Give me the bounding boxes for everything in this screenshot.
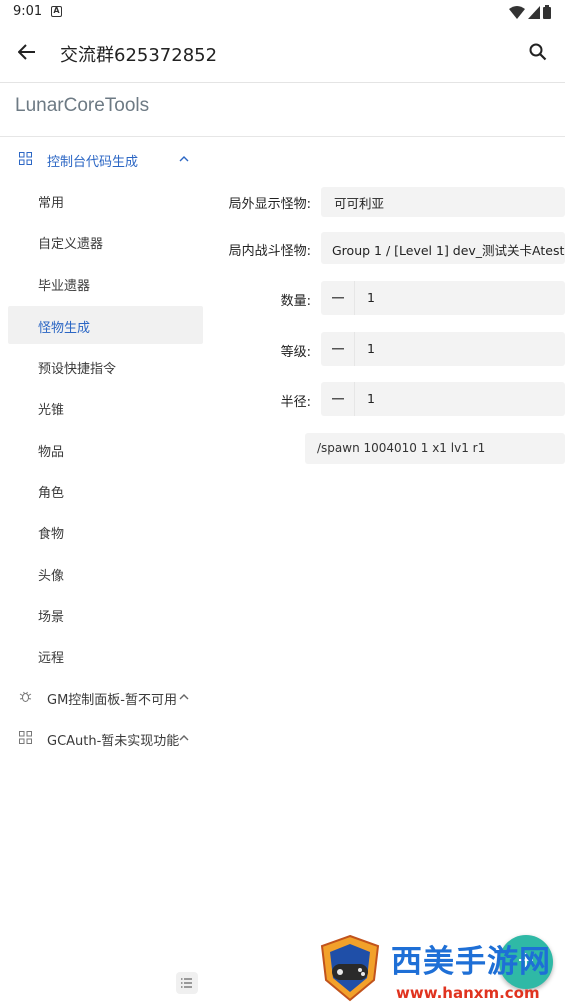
radius-label: 半径: [280,395,311,410]
radius-decrement-button[interactable] [321,382,355,416]
sidebar-item-label: 光锥 [38,403,65,418]
minus-icon [331,398,344,400]
sidebar-item-label: 怪物生成 [38,321,91,336]
command-output[interactable]: /spawn 1004010 1 x1 lv1 r1 [305,433,565,464]
sidebar-item-label: 预设快捷指令 [38,362,117,377]
nav-group-gm[interactable]: GM控制面板-暂不可用 [0,677,205,717]
sidebar-item-label: 自定义遗器 [38,237,104,252]
arrow-back-icon [18,44,35,60]
sidebar-item-custom-relic[interactable]: 自定义遗器 [8,222,203,260]
gamepad-logo-icon [320,934,380,1002]
sidebar-item-graduate-relic[interactable]: 毕业遗器 [8,264,203,302]
minus-icon [331,297,344,299]
sidebar-item-monster-spawn[interactable]: 怪物生成 [8,306,203,344]
notification-icon: A [51,6,62,17]
sidebar-item-items[interactable]: 物品 [8,430,203,468]
command-text: /spawn 1004010 1 x1 lv1 r1 [317,441,486,455]
sidebar-item-characters[interactable]: 角色 [8,471,203,509]
count-stepper[interactable]: 1 [321,281,565,315]
level-value: 1 [367,341,375,356]
search-icon [529,43,547,61]
watermark-url: www.hanxm.com [396,984,540,1002]
chevron-up-icon [179,694,189,700]
sidebar-item-label: 场景 [38,610,65,625]
sidebar-item-label: 常用 [38,196,65,211]
radius-value: 1 [367,391,375,406]
status-bar: 9:01 A [0,0,565,24]
sidebar-item-avatar[interactable]: 头像 [8,554,203,592]
sidebar-item-scene[interactable]: 场景 [8,595,203,633]
count-value: 1 [367,290,375,305]
app-bar: 交流群625372852 [0,24,565,82]
sidebar-item-preset-commands[interactable]: 预设快捷指令 [8,347,203,385]
battle-monster-value: Group 1 / [Level 1] dev_测试关卡AtestLe [332,243,565,258]
back-button[interactable] [11,36,43,68]
level-decrement-button[interactable] [321,332,355,366]
sidebar-item-label: 物品 [38,445,65,460]
sidebar-item-label: 远程 [38,651,65,666]
nav-group-label: GCAuth-暂未实现功能 [47,734,180,749]
battery-icon [543,5,551,19]
sidebar-item-label: 毕业遗器 [38,279,91,294]
sidebar-item-light-cone[interactable]: 光锥 [8,388,203,426]
brand-divider [0,136,565,137]
level-label: 等级: [280,345,311,360]
nav-group-label: 控制台代码生成 [47,155,139,170]
bug-icon [19,691,32,702]
appbar-divider [0,82,565,83]
watermark: 西美手游网 www.hanxm.com [318,932,565,1004]
nav-group-label: GM控制面板-暂不可用 [47,693,177,708]
watermark-text: 西美手游网 [391,944,551,980]
count-label: 数量: [280,294,311,309]
status-icons [509,4,551,20]
status-time: 9:01 [13,4,43,19]
sidebar-item-label: 头像 [38,569,65,584]
outside-monster-select[interactable]: 可可利亚 [321,187,565,217]
drawer-toggle-button[interactable] [176,972,198,994]
page-title: 交流群625372852 [60,45,218,66]
outside-monster-value: 可可利亚 [334,196,385,211]
grid-icon [19,152,32,165]
minus-icon [331,348,344,350]
sidebar-item-label: 食物 [38,527,65,542]
level-stepper[interactable]: 1 [321,332,565,366]
battle-monster-select[interactable]: Group 1 / [Level 1] dev_测试关卡AtestLe [321,232,565,264]
sidebar-item-label: 角色 [38,486,65,501]
signal-icon [528,5,540,19]
brand-title: LunarCoreTools [15,95,150,116]
battle-monster-label: 局内战斗怪物: [228,244,311,259]
count-decrement-button[interactable] [321,281,355,315]
search-button[interactable] [522,36,554,68]
chevron-up-icon [179,735,189,741]
sidebar-item-common[interactable]: 常用 [8,181,203,219]
nav-group-console[interactable]: 控制台代码生成 [0,139,205,179]
sidebar-item-food[interactable]: 食物 [8,512,203,550]
outside-monster-label: 局外显示怪物: [228,197,311,212]
sidebar-item-remote[interactable]: 远程 [8,636,203,674]
chevron-up-icon [179,156,189,162]
nav-group-gcauth[interactable]: GCAuth-暂未实现功能 [0,718,205,758]
radius-stepper[interactable]: 1 [321,382,565,416]
grid-icon [19,731,32,744]
list-icon [181,978,192,988]
wifi-icon [509,5,525,19]
